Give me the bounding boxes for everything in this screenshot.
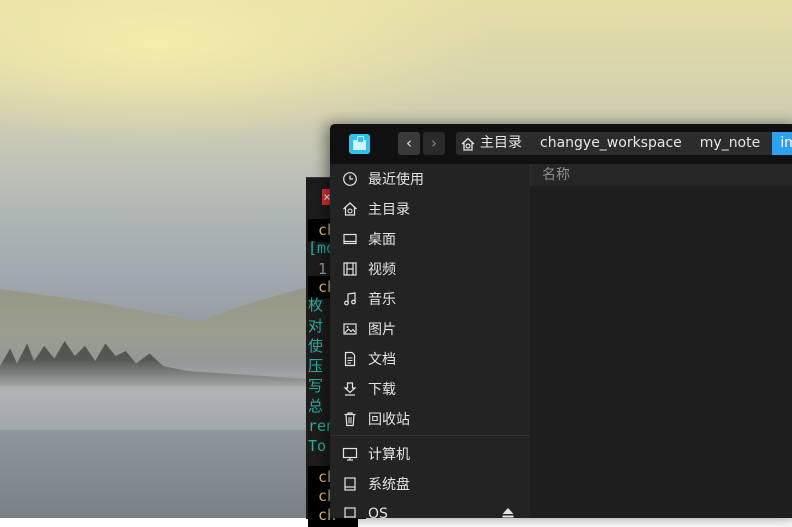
video-icon bbox=[343, 262, 357, 276]
breadcrumb-item-current[interactable]: img bbox=[772, 132, 792, 155]
breadcrumb-item[interactable]: changye_workspace bbox=[534, 132, 694, 155]
disk-icon bbox=[344, 507, 356, 518]
titlebar[interactable]: ‹ › 主目录 changye_workspace my_note img bbox=[330, 124, 792, 164]
picture-icon bbox=[343, 323, 357, 335]
eject-icon[interactable] bbox=[502, 508, 514, 518]
sidebar-item-label: 下载 bbox=[368, 382, 396, 398]
sidebar-item-label: 图片 bbox=[368, 322, 396, 338]
sidebar-item-computer[interactable]: 计算机 bbox=[330, 439, 530, 469]
sidebar-item-system-disk[interactable]: 系统盘 bbox=[330, 469, 530, 499]
breadcrumb-label: 主目录 bbox=[480, 135, 522, 151]
back-button[interactable]: ‹ bbox=[398, 132, 420, 155]
sidebar-item-label: 最近使用 bbox=[368, 172, 424, 188]
sidebar-item-label: 回收站 bbox=[368, 412, 410, 428]
file-list-view[interactable]: 名称 bbox=[530, 164, 792, 518]
file-manager-window: ‹ › 主目录 changye_workspace my_note img 最近… bbox=[330, 124, 792, 518]
sidebar-item-videos[interactable]: 视频 bbox=[330, 254, 530, 284]
breadcrumb-home[interactable]: 主目录 bbox=[456, 132, 534, 155]
breadcrumb-item[interactable]: my_note bbox=[694, 132, 772, 155]
sidebar-item-os[interactable]: OS bbox=[330, 499, 530, 518]
sidebar-item-label: 桌面 bbox=[368, 232, 396, 248]
sidebar-item-label: 主目录 bbox=[368, 202, 410, 218]
sidebar-item-label: 计算机 bbox=[368, 447, 410, 463]
sidebar-item-recent[interactable]: 最近使用 bbox=[330, 164, 530, 194]
breadcrumb: 主目录 changye_workspace my_note img bbox=[456, 132, 792, 155]
trash-icon bbox=[344, 412, 356, 427]
sidebar-item-downloads[interactable]: 下载 bbox=[330, 374, 530, 404]
sidebar-item-home[interactable]: 主目录 bbox=[330, 194, 530, 224]
sidebar-item-desktop[interactable]: 桌面 bbox=[330, 224, 530, 254]
sidebar-item-music[interactable]: 音乐 bbox=[330, 284, 530, 314]
sidebar-item-pictures[interactable]: 图片 bbox=[330, 314, 530, 344]
sidebar-item-trash[interactable]: 回收站 bbox=[330, 404, 530, 434]
desktop-icon bbox=[343, 233, 357, 245]
document-icon bbox=[344, 351, 356, 367]
home-icon bbox=[343, 202, 357, 216]
sidebar-divider bbox=[330, 435, 530, 436]
clock-icon bbox=[343, 172, 357, 186]
forward-button[interactable]: › bbox=[423, 132, 445, 155]
sidebar-item-label: 系统盘 bbox=[368, 477, 410, 493]
column-header-name[interactable]: 名称 bbox=[530, 164, 792, 186]
sidebar-item-documents[interactable]: 文档 bbox=[330, 344, 530, 374]
home-icon bbox=[461, 137, 475, 151]
terminal-line: 枚 bbox=[308, 296, 324, 314]
sidebar-item-label: OS bbox=[368, 506, 388, 518]
disk-icon bbox=[344, 477, 356, 491]
sidebar-item-label: 视频 bbox=[368, 262, 396, 278]
download-icon bbox=[343, 382, 357, 396]
sidebar-item-label: 文档 bbox=[368, 352, 396, 368]
music-icon bbox=[344, 292, 356, 306]
sidebar: 最近使用 主目录 桌面 视频 音乐 图片 文档 下载 回收站 计算机 系统盘 O… bbox=[330, 164, 530, 518]
sidebar-item-label: 音乐 bbox=[368, 292, 396, 308]
terminal-line: To bbox=[308, 437, 327, 455]
file-manager-app-icon[interactable] bbox=[349, 134, 370, 154]
computer-icon bbox=[342, 447, 358, 461]
